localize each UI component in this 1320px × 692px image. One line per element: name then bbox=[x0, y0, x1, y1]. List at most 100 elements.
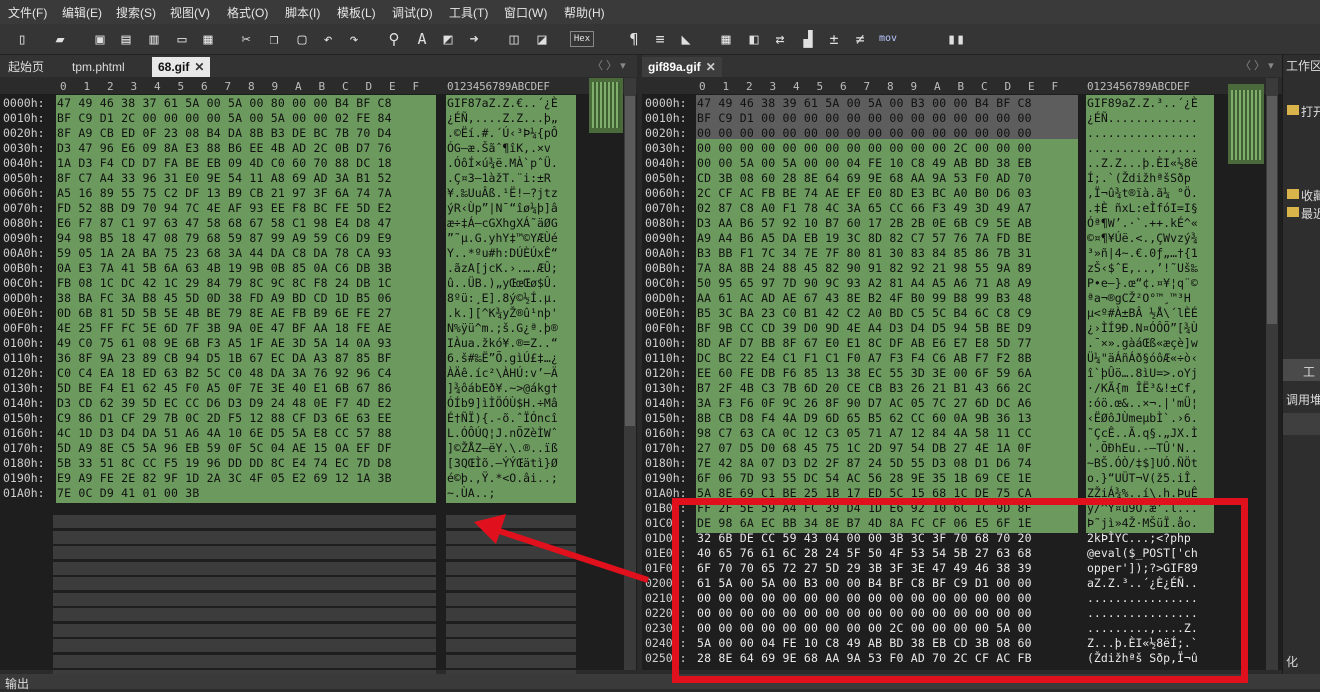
ascii-row[interactable]: ]¾ôábEð¥.~>@ákg† bbox=[447, 381, 577, 395]
hex-row[interactable]: BF C9 D1 00 00 00 00 00 00 00 00 00 00 0… bbox=[697, 111, 1032, 125]
ascii-row[interactable]: .Ç¤3–1àžT.¨i­:±R bbox=[447, 171, 577, 185]
folder-icon[interactable]: ▭ bbox=[172, 29, 192, 49]
ascii-row[interactable]: [3QŒÌõ.–ÝÝŒätì}Ø bbox=[447, 456, 577, 470]
scrollbar[interactable] bbox=[624, 78, 636, 670]
hex-row[interactable]: FB 08 1C DC 42 1C 29 84 79 8C 9C 8C F8 2… bbox=[57, 276, 392, 290]
replace-icon[interactable]: A bbox=[412, 29, 432, 49]
ascii-row[interactable]: ªa¬­®gCŽ²O°™¸™³H bbox=[1087, 291, 1217, 305]
ascii-row[interactable]: ,Ï¬û¾t®ïà.ã¼ °Ö. bbox=[1087, 186, 1217, 200]
ascii-row[interactable]: Ü¼"äÁñÁð§óôÆ«÷ò‹ bbox=[1087, 351, 1217, 365]
paste-icon[interactable]: ▢ bbox=[292, 29, 312, 49]
ascii-row[interactable]: GIF89aZ.Z.³..´¿È bbox=[1087, 96, 1217, 110]
hex-row[interactable]: 8F C7 A4 33 96 31 E0 9E 54 11 A8 69 AD 3… bbox=[57, 171, 392, 185]
hex-row[interactable]: CD 3B 08 60 28 8E 64 69 9E 68 AA 9A 53 F… bbox=[697, 171, 1032, 185]
menu-format[interactable]: 格式(O) bbox=[227, 4, 268, 21]
tab-nav-arrows[interactable]: 〈 〉 ▾ bbox=[592, 57, 626, 73]
ascii-row[interactable]: ©¤¶¥Úë.<.‚ÇWvzý¾ bbox=[1087, 231, 1217, 245]
ascii-row[interactable]: N%ÿü^m.;š.G¿ª.þ® bbox=[447, 321, 577, 335]
ascii-row[interactable]: é©þ.‚Ÿ.*<O.âi..; bbox=[447, 471, 577, 485]
ascii-row[interactable]: û..ÜB.)„yŒœŒø$Û. bbox=[447, 276, 577, 290]
hex-row[interactable]: 50 95 65 97 7D 90 9C 93 A2 81 A4 A5 A6 7… bbox=[697, 276, 1032, 290]
ascii-row[interactable]: GIF87aZ.Z.€..´¿È bbox=[447, 96, 577, 110]
hex-row[interactable]: D3 47 96 E6 09 8A E3 88 B6 EE 4B AD 2C 0… bbox=[57, 141, 392, 155]
math-icon[interactable]: ≠ bbox=[850, 29, 870, 49]
cut-icon[interactable]: ✂ bbox=[236, 29, 256, 49]
hex-row[interactable]: A5 16 89 55 75 C2 DF 13 B9 CB 21 97 3F 6… bbox=[57, 186, 392, 200]
tab-nav-arrows[interactable]: 〈 〉 ▾ bbox=[1240, 57, 1274, 73]
find-in-files-icon[interactable]: ◩ bbox=[438, 29, 458, 49]
workspace-open[interactable]: 打开 bbox=[1301, 103, 1320, 120]
hex-row[interactable]: 00 00 00 00 00 00 00 00 00 00 00 00 2C 0… bbox=[697, 141, 1032, 155]
ascii-row[interactable]: ‹ËØôJÙmeµbÌ`.›6. bbox=[1087, 411, 1217, 425]
ascii-row[interactable]: .‡È ñxL:eÌfóI=I§ bbox=[1087, 201, 1217, 215]
tab-start-page[interactable]: 起始页 bbox=[2, 57, 50, 77]
ascii-row[interactable]: ]©ŽÅZ–ëY.\.®..ïß bbox=[447, 441, 577, 455]
hex-row[interactable]: AA 61 AC AD AE 67 43 8E B2 4F B0 99 B8 9… bbox=[697, 291, 1032, 305]
close-icon[interactable]: ✕ bbox=[194, 60, 204, 74]
ascii-row[interactable]: µ<º#À±BÂ ½Å\´lÈÉ bbox=[1087, 306, 1217, 320]
folders-icon[interactable]: ▦ bbox=[198, 29, 218, 49]
ascii-row[interactable]: ÓG–æ.Šãˆ¶îK­,.×v bbox=[447, 141, 577, 155]
hex-row[interactable]: 27 07 D5 D0 68 45 75 1C 2D 97 54 DB 27 4… bbox=[697, 441, 1032, 455]
ascii-row[interactable]: o.}“UÜT¬V(ž5.iÎ. bbox=[1087, 471, 1217, 485]
ascii-row[interactable]: ................ bbox=[1087, 126, 1217, 140]
close-icon[interactable]: ✕ bbox=[706, 60, 716, 74]
hex-editor-left[interactable]: 0 1 2 3 4 5 6 7 8 9 A B C D E F 0123456789ABCDEF 0000h: 4… bbox=[0, 78, 637, 683]
workspace-favorites[interactable]: 收藏 bbox=[1301, 187, 1320, 204]
ascii-row[interactable]: É†ÑÏ){.-õ.ˆÏÓncî bbox=[447, 411, 577, 425]
ascii-row[interactable]: IÀua.žkó¥.®=Z..“ bbox=[447, 336, 577, 350]
menu-search[interactable]: 搜索(S) bbox=[116, 4, 156, 21]
ascii-row[interactable]: '.ÕÐhEu.-—TÛ'N.. bbox=[1087, 441, 1217, 455]
hex-row[interactable]: 7E 0C D9 41 01 00 3B bbox=[57, 486, 199, 500]
ascii-row[interactable]: .©Ëí.#.´Ú‹³Þ¼{pÔ bbox=[447, 126, 577, 140]
save-icon[interactable]: ▣ bbox=[90, 29, 110, 49]
hex-row[interactable]: DC BC 22 E4 C1 F1 C1 F0 A7 F3 F4 C6 AB F… bbox=[697, 351, 1032, 365]
hex-row[interactable]: 1A D3 F4 CD D7 FA BE EB 09 4D C0 60 70 8… bbox=[57, 156, 392, 170]
ascii-row[interactable]: .¯×».gàáŒß«æçè]w bbox=[1087, 336, 1217, 350]
menu-window[interactable]: 窗口(W) bbox=[504, 4, 547, 21]
hex-row[interactable]: 5B 33 51 8C CC F5 19 96 DD DD 8C E4 74 E… bbox=[57, 456, 392, 470]
ascii-row[interactable]: .k.][^K¾yŽ®û¹nþ' bbox=[447, 306, 577, 320]
hex-row[interactable]: 47 49 46 38 37 61 5A 00 5A 00 80 00 00 B… bbox=[57, 96, 392, 110]
hex-row[interactable]: 4C 1D D3 D4 DA 51 A6 4A 10 6E D5 5A E8 C… bbox=[57, 426, 392, 440]
hex-row[interactable]: 7E 42 8A 07 D3 D2 2F 87 24 5D 55 D3 08 D… bbox=[697, 456, 1032, 470]
hex-row[interactable]: 7A 8A 8B 24 88 45 82 90 91 82 92 21 98 5… bbox=[697, 261, 1032, 275]
open-folder-icon[interactable]: ▰ bbox=[50, 29, 70, 49]
hex-row[interactable]: 4E 25 FF FC 5E 6D 7F 3B 9A 0E 47 BF AA 1… bbox=[57, 321, 392, 335]
hex-row[interactable]: D3 CD 62 39 5D EC CC D6 D3 D9 24 48 0E F… bbox=[57, 396, 392, 410]
pause-icon[interactable]: ▮▮ bbox=[946, 29, 966, 49]
hex-row[interactable]: 00 00 5A 00 5A 00 00 04 FE 10 C8 49 AB B… bbox=[697, 156, 1032, 170]
ascii-row[interactable]: ÀÄê.íc²\ÀHÚ:v’–Ä bbox=[447, 366, 577, 380]
ascii-row[interactable]: ”˜µ.G.yhY‡™©YÆÙé bbox=[447, 231, 577, 245]
ascii-row[interactable]: L.ÓÔÚQ¦J.nÕZèÌWˆ bbox=[447, 426, 577, 440]
ascii-row[interactable]: î`þÛö….8ìU=>.oYj bbox=[1087, 366, 1217, 380]
ascii-row[interactable]: ˜ÇcÊ..Ã.q§.„JX.Ì bbox=[1087, 426, 1217, 440]
mov-button[interactable]: mov bbox=[878, 29, 898, 49]
scrollbar[interactable] bbox=[1266, 78, 1278, 670]
copy-file-icon[interactable]: ▥ bbox=[144, 29, 164, 49]
hex-row[interactable]: FD 52 8B D9 70 94 7C 4E AF 93 EE F8 BC F… bbox=[57, 201, 392, 215]
ascii-row[interactable]: .ãzA[jcK.›.….ÆÛ; bbox=[447, 261, 577, 275]
hex-row[interactable]: 2C CF AC FB BE 74 AE EF E0 8D E3 BC A0 B… bbox=[697, 186, 1032, 200]
hex-row[interactable]: 94 98 B5 18 47 08 79 68 59 87 99 A9 59 C… bbox=[57, 231, 392, 245]
hex-row[interactable]: E6 F7 87 C1 97 63 47 58 68 67 58 C1 98 E… bbox=[57, 216, 392, 230]
hex-row[interactable]: B3 BB F1 7C 34 7E 7F 80 81 30 83 84 85 8… bbox=[697, 246, 1032, 260]
hex-row[interactable]: 0A E3 7A 41 5B 6A 63 4B 19 9B 0B 85 0A C… bbox=[57, 261, 392, 275]
ascii-row[interactable]: ³»ñ|4~.€.0ƒ„…†{1 bbox=[1087, 246, 1217, 260]
ascii-row[interactable]: Óª¶W’.·`.++.kÉ^« bbox=[1087, 216, 1217, 230]
highlight-icon[interactable]: ◣ bbox=[676, 29, 696, 49]
checksum-icon[interactable]: ± bbox=[824, 29, 844, 49]
compare-icon[interactable]: ⇄ bbox=[770, 29, 790, 49]
ascii-row[interactable]: ............,... bbox=[1087, 141, 1217, 155]
ascii-row[interactable]: ~.ÙA..; bbox=[447, 486, 577, 500]
ascii-row[interactable]: ÓÍb9]ìÌÖÓÙ$H.÷Mâ bbox=[447, 396, 577, 410]
ascii-row[interactable]: ¿ÉÑ,....Z.Z...þ„ bbox=[447, 111, 577, 125]
pilcrow-icon[interactable]: ¶ bbox=[624, 29, 644, 49]
menu-file[interactable]: 文件(F) bbox=[8, 4, 47, 21]
ascii-row[interactable]: zŠ‹$ˆE‚..‚’!˜Uš‰ bbox=[1087, 261, 1217, 275]
menu-edit[interactable]: 编辑(E) bbox=[62, 4, 102, 21]
ascii-row[interactable]: ..Z.Z...þ.ÈI«½8ë bbox=[1087, 156, 1217, 170]
new-file-icon[interactable]: ▯ bbox=[12, 29, 32, 49]
hex-row[interactable]: 38 BA FC 3A B8 45 5D 0D 38 FD A9 BD CD 1… bbox=[57, 291, 392, 305]
templates-icon[interactable]: ◧ bbox=[744, 29, 764, 49]
